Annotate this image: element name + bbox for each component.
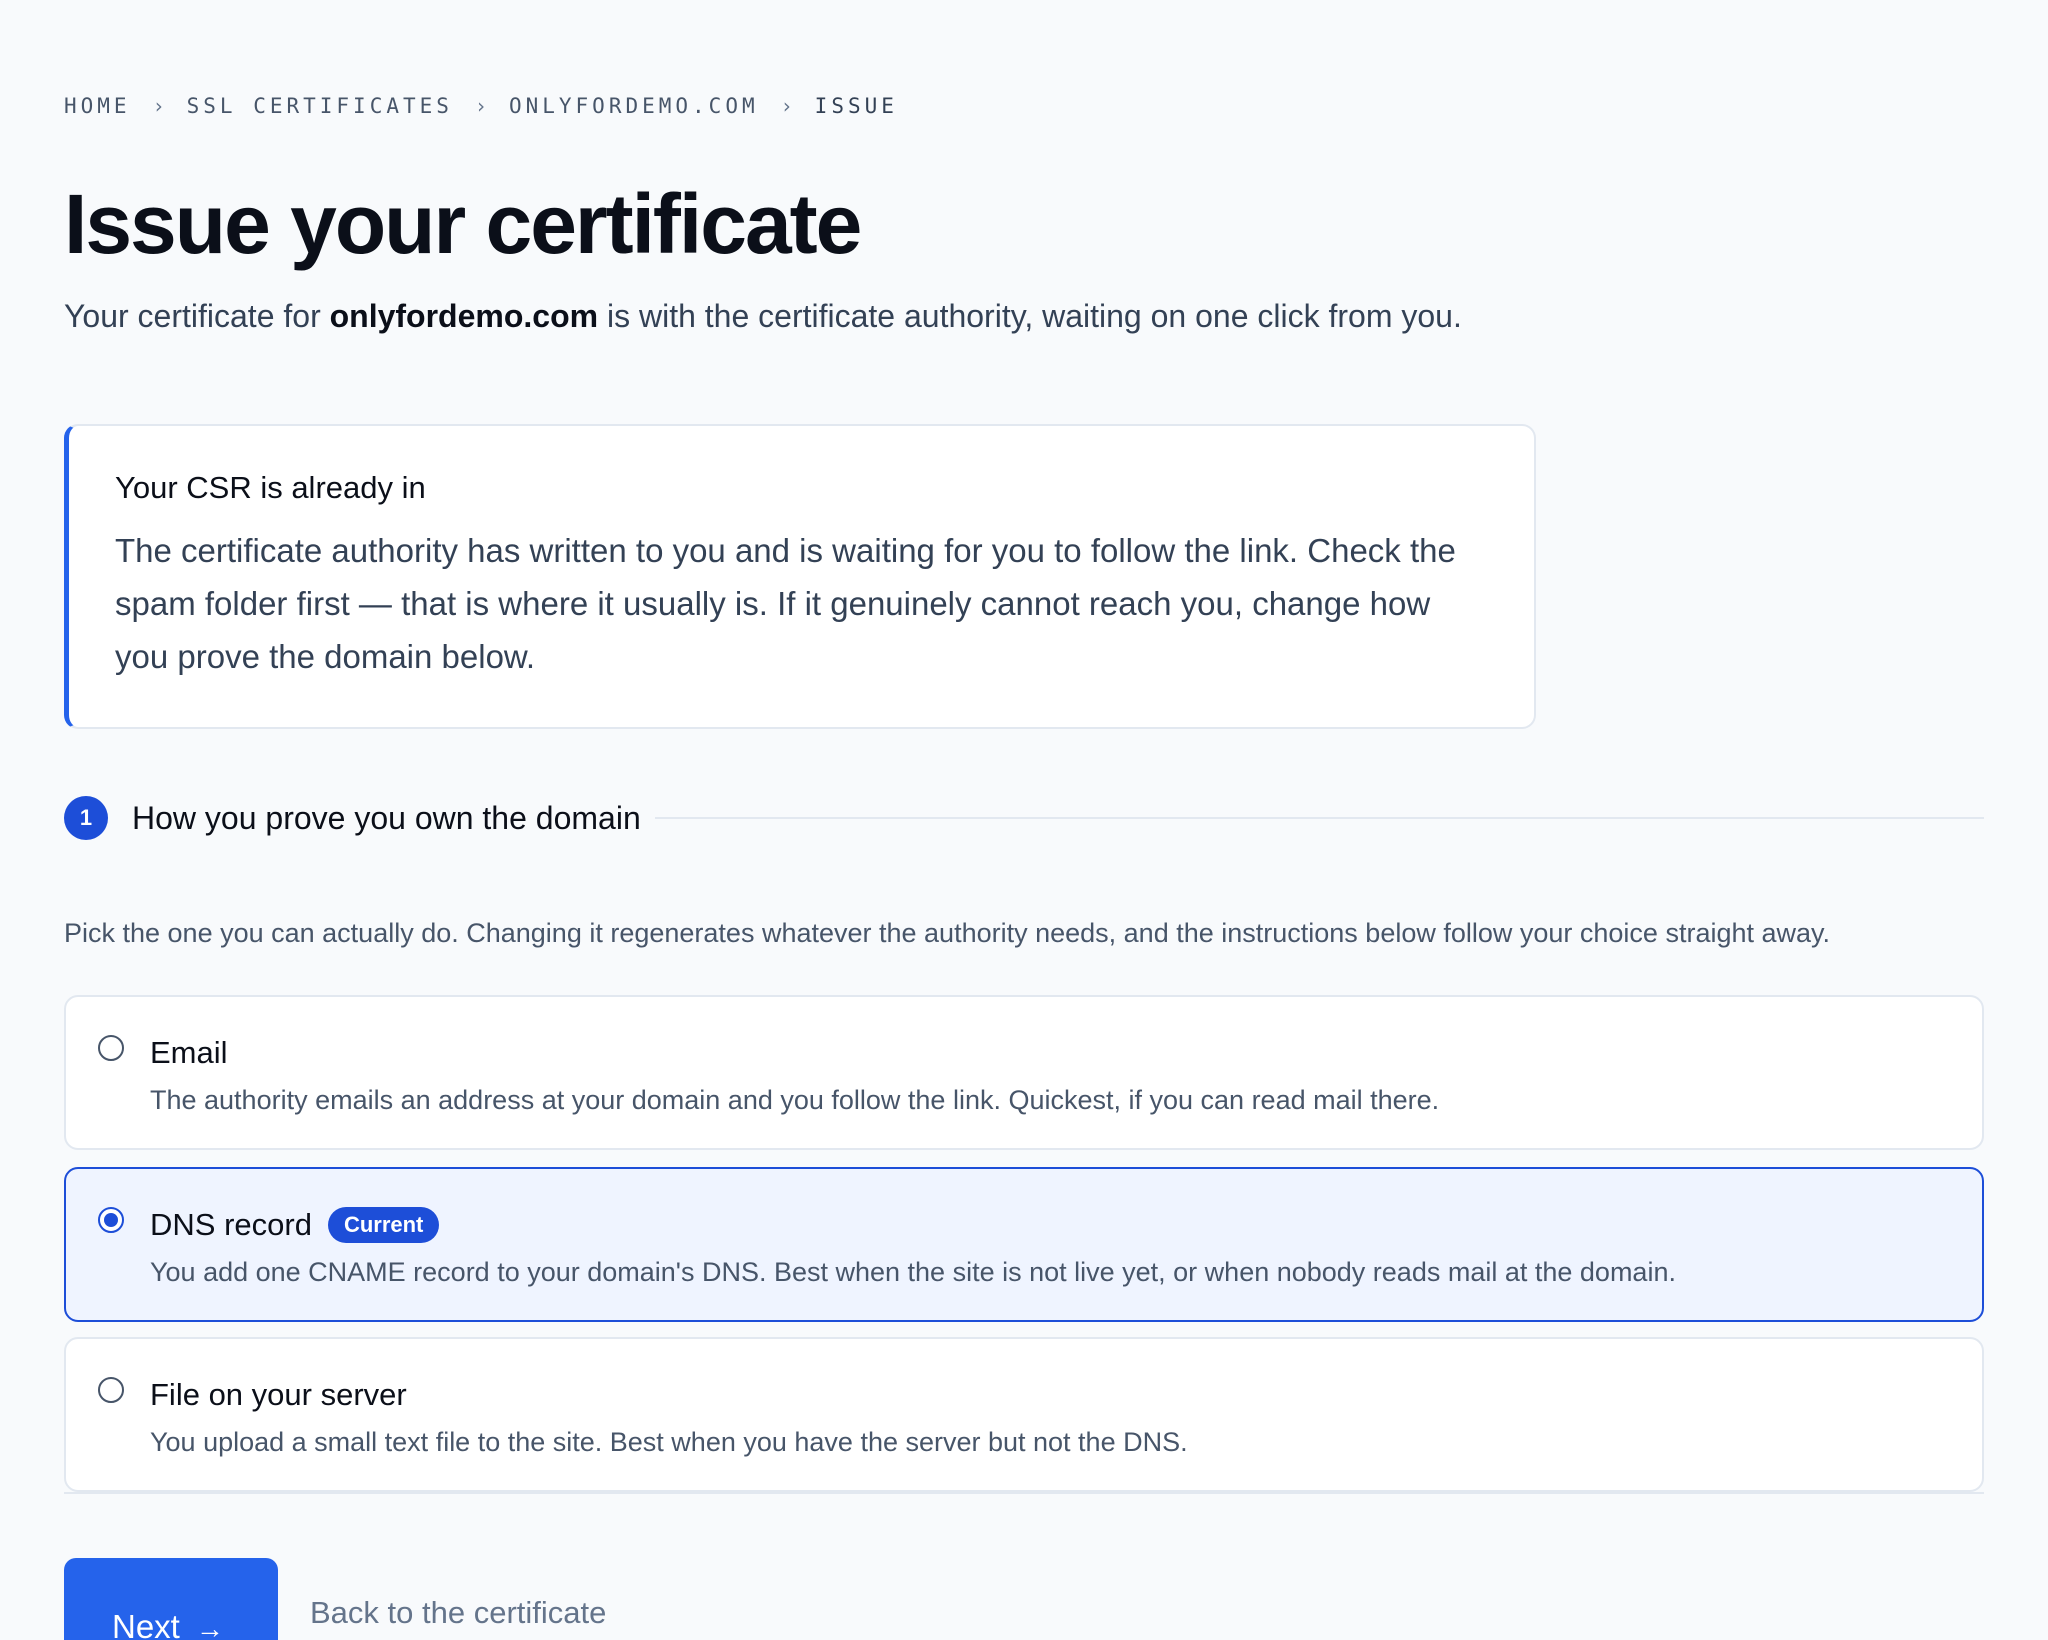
back-to-certificate-link[interactable]: Back to the certificate xyxy=(310,1595,606,1631)
option-description: The authority emails an address at your … xyxy=(150,1085,1440,1115)
arrow-right-icon: → xyxy=(195,1613,224,1640)
step-description: Pick the one you can actually do. Changi… xyxy=(64,918,1831,948)
option-title: Email xyxy=(150,1035,228,1070)
breadcrumb-current: ISSUE xyxy=(814,94,898,118)
next-button-label: Next xyxy=(112,1608,180,1640)
divider xyxy=(654,817,1984,819)
next-button[interactable]: Next → xyxy=(64,1558,278,1640)
breadcrumb-home[interactable]: HOME xyxy=(64,94,131,118)
chevron-right-icon: › xyxy=(780,94,793,118)
option-file-on-server[interactable]: File on your server You upload a small t… xyxy=(64,1337,1984,1492)
option-title: DNS record xyxy=(150,1207,312,1242)
radio-dns-record[interactable] xyxy=(98,1207,124,1233)
radio-email[interactable] xyxy=(98,1035,124,1061)
step-header: 1 How you prove you own the domain xyxy=(64,796,1984,840)
info-callout: Your CSR is already in The certificate a… xyxy=(64,424,1536,729)
page-title: Issue your certificate xyxy=(64,177,862,271)
chevron-right-icon: › xyxy=(474,94,487,118)
page-subtitle: Your certificate for onlyfordemo.com is … xyxy=(64,298,1462,335)
page: HOME › SSL CERTIFICATES › ONLYFORDEMO.CO… xyxy=(0,0,2048,1640)
divider xyxy=(64,1492,1984,1494)
option-description: You add one CNAME record to your domain'… xyxy=(150,1257,1676,1287)
breadcrumb-domain[interactable]: ONLYFORDEMO.COM xyxy=(509,94,759,118)
option-dns-record[interactable]: DNS record Current You add one CNAME rec… xyxy=(64,1167,1984,1322)
breadcrumb: HOME › SSL CERTIFICATES › ONLYFORDEMO.CO… xyxy=(64,94,898,118)
callout-body: The certificate authority has written to… xyxy=(115,532,1456,675)
step-title: How you prove you own the domain xyxy=(132,799,641,836)
radio-file-on-server[interactable] xyxy=(98,1377,124,1403)
chevron-right-icon: › xyxy=(152,94,165,118)
step-number-badge: 1 xyxy=(64,796,108,840)
option-description: You upload a small text file to the site… xyxy=(150,1427,1188,1457)
callout-title: Your CSR is already in xyxy=(115,470,426,505)
current-badge: Current xyxy=(327,1207,440,1243)
subtitle-prefix: Your certificate for xyxy=(64,298,330,334)
option-email[interactable]: Email The authority emails an address at… xyxy=(64,995,1984,1150)
subtitle-suffix: is with the certificate authority, waiti… xyxy=(598,298,1462,334)
breadcrumb-ssl-certificates[interactable]: SSL CERTIFICATES xyxy=(187,94,453,118)
option-title: File on your server xyxy=(150,1377,407,1412)
subtitle-domain: onlyfordemo.com xyxy=(329,298,599,334)
